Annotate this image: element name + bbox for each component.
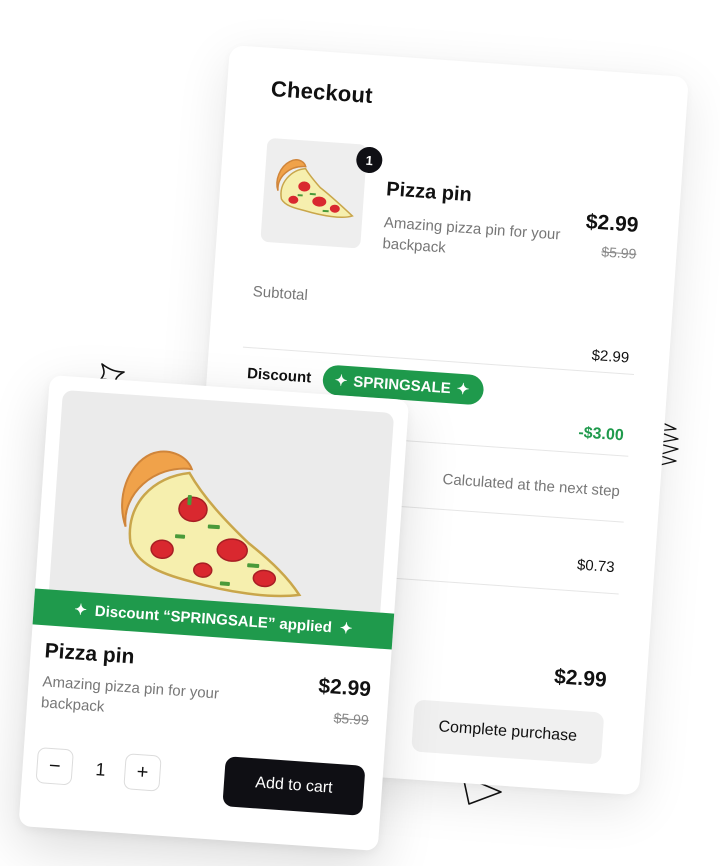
subtotal-label: Subtotal	[252, 283, 309, 305]
quantity-value: 1	[94, 759, 107, 780]
sparkle-icon: ✦	[334, 372, 348, 390]
product-name: Pizza pin	[43, 639, 136, 669]
discount-value: -$3.00	[577, 424, 625, 445]
sparkle-icon: ✦	[339, 619, 353, 638]
product-price: $2.99	[317, 674, 372, 702]
subtotal-value: $2.99	[591, 347, 630, 367]
complete-purchase-button[interactable]: Complete purchase	[411, 699, 605, 765]
discount-code: SPRINGSALE	[352, 372, 452, 397]
increment-button[interactable]: +	[123, 753, 162, 792]
discount-label: Discount	[246, 365, 312, 387]
sparkle-icon: ✦	[73, 601, 88, 620]
item-price: $2.99	[585, 210, 640, 237]
sparkle-icon: ✦	[456, 380, 470, 399]
item-original-price: $5.99	[600, 243, 637, 262]
shipping-value: Calculated at the next step	[441, 470, 621, 501]
product-original-price: $5.99	[333, 709, 370, 729]
quantity-badge: 1	[355, 146, 384, 174]
tax-value: $0.73	[576, 556, 616, 577]
discount-banner-text: Discount “SPRINGSALE” applied	[94, 602, 333, 636]
product-thumbnail	[260, 137, 368, 249]
add-to-cart-button[interactable]: Add to cart	[222, 756, 366, 816]
product-description: Amazing pizza pin for your backpack	[40, 673, 220, 716]
item-description: Amazing pizza pin for your backpack	[381, 214, 561, 257]
checkout-title: Checkout	[270, 76, 374, 109]
decrement-button[interactable]: −	[35, 747, 74, 786]
item-name: Pizza pin	[385, 178, 473, 207]
product-card: ✦ Discount “SPRINGSALE” applied ✦ Pizza …	[18, 375, 410, 852]
pizza-pin-image	[276, 159, 354, 218]
total-value: $2.99	[553, 665, 608, 692]
